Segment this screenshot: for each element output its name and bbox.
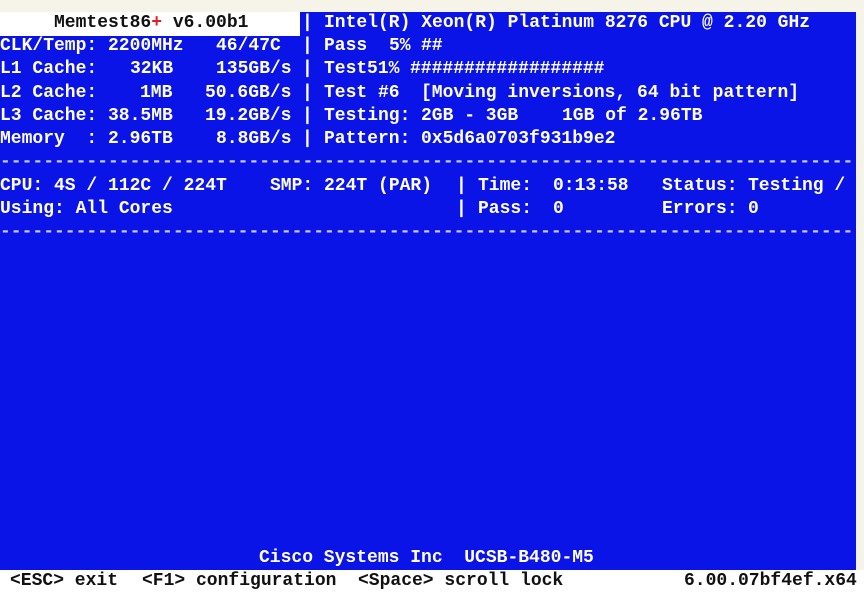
separator: | — [302, 106, 313, 126]
app-plus: + — [151, 13, 163, 33]
space-scroll-lock-key[interactable]: <Space> scroll lock — [358, 570, 563, 593]
test-percent: 51% — [367, 59, 400, 79]
time-value: 0:13:58 — [553, 176, 629, 196]
temp-value: 46/47C — [216, 36, 281, 56]
pass-percent: 5% — [389, 36, 411, 56]
separator: | — [302, 36, 313, 56]
separator: | — [456, 199, 467, 219]
app-version: v6.00b1 — [162, 13, 249, 33]
clk-value: 2200MHz — [108, 36, 184, 56]
l3-label: L3 Cache: — [0, 106, 98, 126]
app-name: Memtest86 — [54, 13, 152, 33]
app-title: Memtest86+ v6.00b1 — [54, 12, 248, 35]
memory-speed: 8.8GB/s — [216, 129, 292, 149]
testing-range: 2GB - 3GB — [421, 106, 519, 126]
l1-label: L1 Cache: — [0, 59, 98, 79]
pattern-value: 0x5d6a0703f931b9e2 — [421, 129, 616, 149]
test-name: [Moving inversions, 64 bit pattern] — [421, 83, 800, 103]
errors-value: 0 — [748, 199, 759, 219]
separator: | — [456, 176, 467, 196]
cpu-name: Intel(R) Xeon(R) Platinum 8276 CPU @ 2.2… — [324, 13, 811, 33]
divider: ----------------------------------------… — [0, 222, 854, 242]
l2-speed: 50.6GB/s — [205, 83, 292, 103]
errors-label: Errors: — [662, 199, 738, 219]
l2-label: L2 Cache: — [0, 83, 98, 103]
memory-size: 2.96TB — [108, 129, 173, 149]
testing-amount: 1GB of 2.96TB — [562, 106, 703, 126]
l3-size: 38.5MB — [108, 106, 173, 126]
separator: | — [302, 129, 313, 149]
testing-label: Testing: — [324, 106, 411, 126]
status-label: Status: — [662, 176, 738, 196]
l3-speed: 19.2GB/s — [205, 106, 292, 126]
separator: | — [302, 83, 313, 103]
pass-progress-bar: ## — [421, 36, 443, 56]
memory-label: Memory : — [0, 129, 98, 149]
pass-count-label: Pass: — [478, 199, 533, 219]
test-number: Test #6 — [324, 83, 400, 103]
using-cores: Using: All Cores — [0, 199, 173, 219]
test-progress-bar: ################## — [410, 59, 605, 79]
separator: | — [302, 59, 313, 79]
l1-speed: 135GB/s — [216, 59, 292, 79]
f1-configuration-key[interactable]: <F1> configuration — [142, 570, 336, 593]
test-label: Test — [324, 59, 368, 79]
separator: | — [302, 13, 313, 33]
pattern-label: Pattern: — [324, 129, 411, 149]
build-version: 6.00.07bf4ef.x64 — [684, 571, 857, 591]
l1-size: 32KB — [130, 59, 174, 79]
status-value: Testing / — [748, 176, 846, 196]
pass-label: Pass — [324, 36, 368, 56]
esc-exit-key[interactable]: <ESC> exit — [10, 570, 118, 593]
smp-info: SMP: 224T (PAR) — [270, 176, 433, 196]
l2-size: 1MB — [140, 83, 173, 103]
time-label: Time: — [478, 176, 533, 196]
divider: ----------------------------------------… — [0, 152, 854, 172]
system-info: Cisco Systems Inc UCSB-B480-M5 — [259, 548, 594, 568]
cpu-topology: CPU: 4S / 112C / 224T — [0, 176, 227, 196]
pass-count-value: 0 — [553, 199, 564, 219]
clk-label: CLK/Temp: — [0, 36, 98, 56]
